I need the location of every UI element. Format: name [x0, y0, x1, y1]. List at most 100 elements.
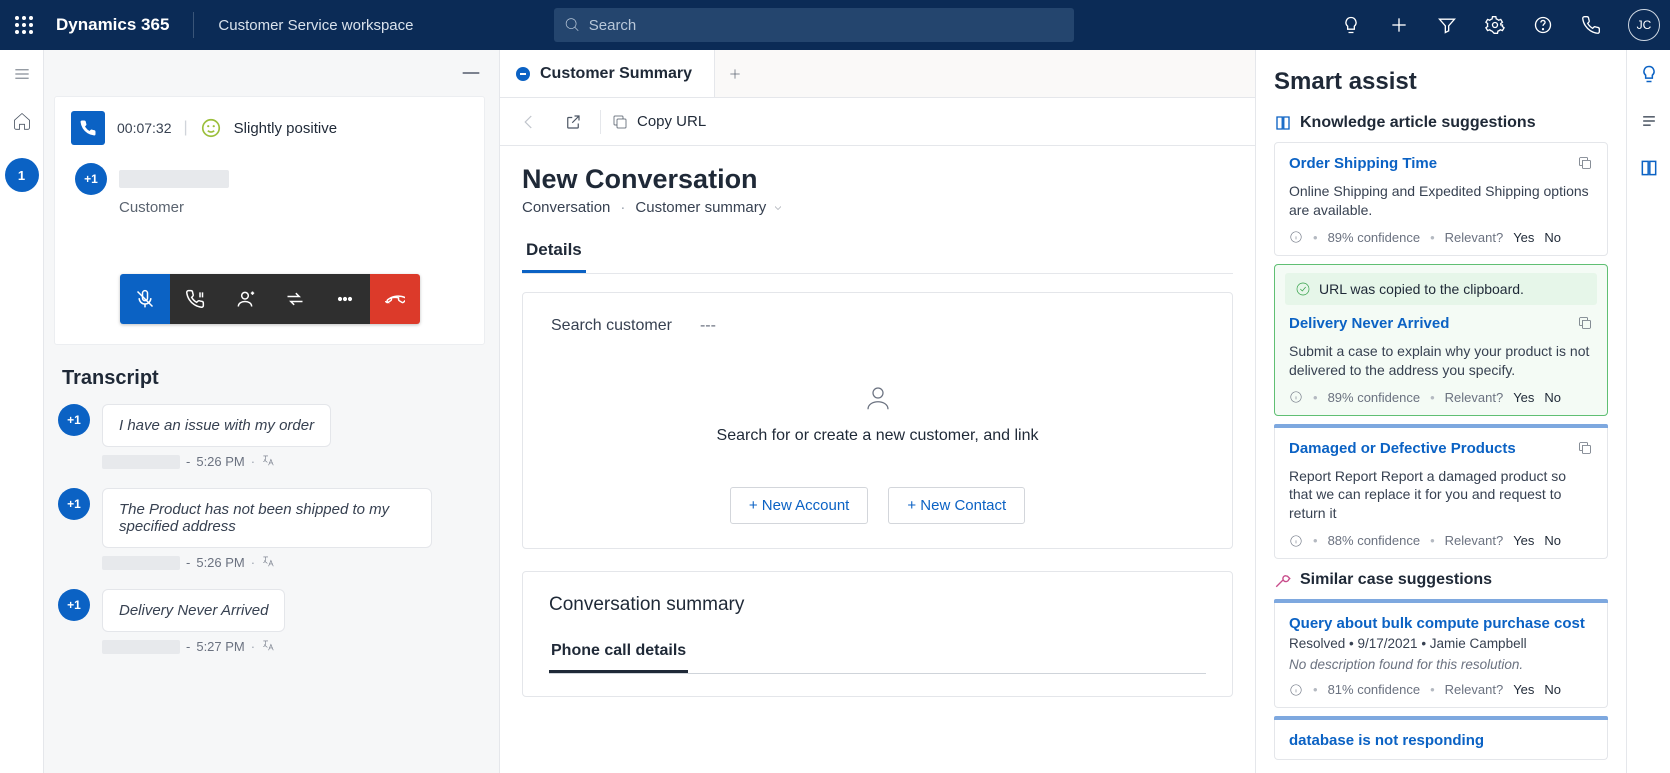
app-shell: 1 00:07:32 | Slightly positive +1 Cu — [0, 50, 1670, 773]
translate-icon[interactable] — [261, 554, 275, 571]
info-icon — [1289, 390, 1303, 404]
message-badge: +1 — [58, 404, 90, 436]
new-contact-button[interactable]: + New Contact — [888, 487, 1025, 524]
crumb-customer-summary-dropdown[interactable]: Customer summary — [635, 199, 784, 216]
copy-url-button[interactable]: Copy URL — [611, 113, 706, 131]
relevant-no[interactable]: No — [1544, 533, 1561, 548]
relevant-yes[interactable]: Yes — [1513, 533, 1534, 548]
tab-add-button[interactable] — [715, 66, 755, 82]
smart-assist-toggle-icon[interactable] — [1639, 64, 1659, 89]
more-button[interactable] — [320, 274, 370, 324]
sentiment-label: Slightly positive — [234, 120, 337, 137]
hamburger-icon[interactable] — [12, 64, 32, 89]
relevant-no[interactable]: No — [1544, 230, 1561, 245]
lightbulb-icon[interactable] — [1340, 14, 1362, 36]
knowledge-card-title[interactable]: Order Shipping Time — [1289, 155, 1437, 172]
main-column: Customer Summary Copy URL New Conversati… — [500, 50, 1256, 773]
knowledge-card: Damaged or Defective Products Report Rep… — [1274, 428, 1608, 560]
translate-icon[interactable] — [261, 453, 275, 470]
gear-icon[interactable] — [1484, 14, 1506, 36]
translate-icon[interactable] — [261, 638, 275, 655]
back-button[interactable] — [512, 105, 546, 139]
message-text: The Product has not been shipped to my s… — [102, 488, 432, 548]
transcript-item: +1 The Product has not been shipped to m… — [58, 488, 485, 571]
call-controls — [120, 274, 420, 324]
message-text: I have an issue with my order — [102, 404, 331, 447]
knowledge-search-icon[interactable] — [1639, 158, 1659, 183]
confidence-label: 88% confidence — [1328, 533, 1421, 548]
person-outline-icon — [863, 383, 893, 413]
help-icon[interactable] — [1532, 14, 1554, 36]
customer-name-redacted — [119, 170, 229, 188]
app-launcher-icon[interactable] — [10, 11, 38, 39]
copy-link-icon[interactable] — [1577, 155, 1593, 176]
case-card-title[interactable]: database is not responding — [1289, 732, 1484, 749]
transfer-button[interactable] — [270, 274, 320, 324]
tab-status-icon — [516, 67, 530, 81]
command-bar: Copy URL — [500, 98, 1255, 146]
search-input[interactable] — [589, 17, 1064, 34]
copied-banner: URL was copied to the clipboard. — [1285, 273, 1597, 305]
top-navbar: Dynamics 365 Customer Service workspace … — [0, 0, 1670, 50]
search-box[interactable] — [554, 8, 1074, 42]
knowledge-card-title[interactable]: Delivery Never Arrived — [1289, 315, 1449, 332]
end-call-button[interactable] — [370, 274, 420, 324]
smart-assist-pane: Smart assist Knowledge article suggestio… — [1256, 50, 1626, 773]
relevant-yes[interactable]: Yes — [1513, 682, 1534, 697]
knowledge-card-desc: Report Report Report a damaged product s… — [1289, 467, 1593, 524]
search-customer-value[interactable]: --- — [700, 317, 716, 335]
wrench-icon — [1274, 571, 1292, 589]
sender-redacted — [102, 640, 180, 654]
message-text: Delivery Never Arrived — [102, 589, 285, 632]
consult-button[interactable] — [220, 274, 270, 324]
copy-icon — [611, 113, 629, 131]
popout-button[interactable] — [556, 105, 590, 139]
session-pill[interactable]: 1 — [5, 158, 39, 192]
message-badge: +1 — [58, 589, 90, 621]
call-type-icon — [71, 111, 105, 145]
relevant-yes[interactable]: Yes — [1513, 390, 1534, 405]
conversation-panel: 00:07:32 | Slightly positive +1 Customer — [44, 50, 500, 773]
transcript-item: +1 I have an issue with my order - 5:26 … — [58, 404, 485, 470]
copy-link-icon[interactable] — [1577, 440, 1593, 461]
tab-customer-summary[interactable]: Customer Summary — [500, 50, 715, 97]
customer-role: Customer — [119, 199, 468, 216]
message-badge: +1 — [58, 488, 90, 520]
case-card-title[interactable]: Query about bulk compute purchase cost — [1289, 615, 1585, 632]
message-time: 5:26 PM — [196, 555, 244, 570]
section-cases-header: Similar case suggestions — [1274, 571, 1608, 589]
user-avatar[interactable]: JC — [1628, 9, 1660, 41]
crumb-conversation: Conversation — [522, 199, 610, 216]
relevant-no[interactable]: No — [1544, 682, 1561, 697]
call-card: 00:07:32 | Slightly positive +1 Customer — [54, 96, 485, 345]
transcript-header: Transcript — [62, 367, 481, 390]
tab-strip: Customer Summary — [500, 50, 1255, 98]
plus-icon[interactable] — [1388, 14, 1410, 36]
agent-scripts-icon[interactable] — [1639, 111, 1659, 136]
relevant-no[interactable]: No — [1544, 390, 1561, 405]
right-rail — [1626, 50, 1670, 773]
new-account-button[interactable]: + New Account — [730, 487, 868, 524]
knowledge-card-title[interactable]: Damaged or Defective Products — [1289, 440, 1516, 457]
workspace-label: Customer Service workspace — [218, 17, 413, 34]
book-icon — [1274, 114, 1292, 132]
search-icon — [564, 16, 581, 34]
tab-phone-call-details[interactable]: Phone call details — [549, 642, 688, 673]
hold-button[interactable] — [170, 274, 220, 324]
message-time: 5:26 PM — [196, 454, 244, 469]
transcript-item: +1 Delivery Never Arrived - 5:27 PM · — [58, 589, 485, 655]
phone-icon[interactable] — [1580, 14, 1602, 36]
relevant-yes[interactable]: Yes — [1513, 230, 1534, 245]
home-icon[interactable] — [12, 111, 32, 136]
smart-assist-header: Smart assist — [1274, 68, 1608, 96]
global-search — [554, 8, 1074, 42]
relevant-label: Relevant? — [1445, 390, 1504, 405]
mute-button[interactable] — [120, 274, 170, 324]
tab-details[interactable]: Details — [522, 240, 586, 273]
relevant-label: Relevant? — [1445, 682, 1504, 697]
panel-collapse[interactable] — [44, 50, 499, 96]
knowledge-card: Order Shipping Time Online Shipping and … — [1274, 142, 1608, 256]
copy-link-icon[interactable] — [1577, 315, 1593, 336]
filter-icon[interactable] — [1436, 14, 1458, 36]
conversation-summary-title: Conversation summary — [549, 594, 1206, 616]
